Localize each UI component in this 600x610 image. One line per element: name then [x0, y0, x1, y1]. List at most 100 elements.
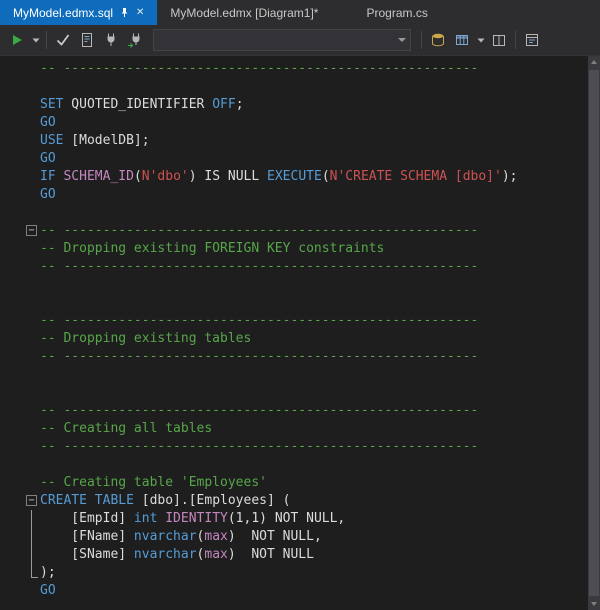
code-text: [EmpId] int IDENTITY(1,1) NOT NULL,: [40, 511, 346, 526]
change-connection-button[interactable]: [123, 28, 147, 52]
code-analysis-button[interactable]: [75, 28, 99, 52]
code-line[interactable]: SET QUOTED_IDENTIFIER OFF;: [0, 96, 588, 114]
fold-margin: [0, 78, 40, 96]
code-line[interactable]: [0, 78, 588, 96]
fold-margin: [0, 96, 40, 114]
code-line[interactable]: -- Dropping existing tables: [0, 330, 588, 348]
code-editor[interactable]: -- -------------------------------------…: [0, 56, 588, 610]
code-text: -- Dropping existing tables: [40, 331, 252, 346]
checkmark-icon: [56, 34, 70, 46]
code-line[interactable]: − CREATE TABLE [dbo].[Employees] (: [0, 492, 588, 510]
scroll-down-icon[interactable]: [588, 598, 600, 610]
code-line[interactable]: GO: [0, 582, 588, 600]
execute-icon: [13, 35, 22, 45]
fold-margin: [0, 546, 40, 564]
fold-margin: [0, 204, 40, 222]
execute-options-dropdown[interactable]: [29, 28, 42, 52]
fold-margin: [0, 168, 40, 186]
code-line[interactable]: IF SCHEMA_ID(N'dbo') IS NULL EXECUTE(N'C…: [0, 168, 588, 186]
code-line[interactable]: GO: [0, 186, 588, 204]
fold-margin: [0, 528, 40, 546]
plug-disconnect-icon: [107, 33, 115, 46]
code-line[interactable]: -- Creating all tables: [0, 420, 588, 438]
code-text: -- -------------------------------------…: [40, 61, 479, 76]
fold-collapse-icon[interactable]: −: [0, 492, 40, 510]
tab-label: MyModel.edmx [Diagram1]*: [170, 5, 319, 20]
estimated-plan-button[interactable]: [426, 28, 450, 52]
tab-label: Program.cs: [366, 5, 428, 20]
parse-button[interactable]: [51, 28, 75, 52]
toolbar-separator: [46, 31, 47, 49]
fold-margin: [0, 438, 40, 456]
code-text: GO: [40, 187, 56, 202]
code-text: -- -------------------------------------…: [40, 439, 479, 454]
combobox-dropdown-icon[interactable]: [394, 30, 410, 50]
document-tab-bar: MyModel.edmx.sql ✕ MyModel.edmx [Diagram…: [0, 0, 600, 25]
execute-button[interactable]: [5, 28, 29, 52]
disconnect-button[interactable]: [99, 28, 123, 52]
code-line[interactable]: -- -------------------------------------…: [0, 312, 588, 330]
code-line[interactable]: -- -------------------------------------…: [0, 402, 588, 420]
fold-margin: [0, 150, 40, 168]
plug-connect-icon: [128, 33, 140, 48]
code-line[interactable]: -- -------------------------------------…: [0, 258, 588, 276]
split-pane-icon: [493, 35, 505, 46]
split-pane-button[interactable]: [487, 28, 511, 52]
fold-margin: [0, 474, 40, 492]
caret-down-icon: [477, 38, 484, 43]
code-line[interactable]: GO: [0, 150, 588, 168]
code-line[interactable]: -- -------------------------------------…: [0, 60, 588, 78]
database-combobox[interactable]: [153, 29, 411, 51]
fold-margin: [0, 330, 40, 348]
results-options-dropdown[interactable]: [474, 28, 487, 52]
code-text: -- Creating all tables: [40, 421, 213, 436]
code-line[interactable]: [0, 384, 588, 402]
fold-margin: [0, 258, 40, 276]
results-to-grid-button[interactable]: [450, 28, 474, 52]
code-line[interactable]: [FName] nvarchar(max) NOT NULL,: [0, 528, 588, 546]
query-options-button[interactable]: [520, 28, 544, 52]
code-line[interactable]: [0, 456, 588, 474]
code-line[interactable]: -- -------------------------------------…: [0, 348, 588, 366]
tab-program-cs[interactable]: Program.cs: [353, 0, 440, 25]
code-text: -- -------------------------------------…: [40, 223, 479, 238]
code-line[interactable]: -- Dropping existing FOREIGN KEY constra…: [0, 240, 588, 258]
code-line[interactable]: [EmpId] int IDENTITY(1,1) NOT NULL,: [0, 510, 588, 528]
code-line[interactable]: GO: [0, 114, 588, 132]
fold-margin: [0, 420, 40, 438]
close-icon[interactable]: ✕: [136, 7, 144, 18]
code-text: CREATE TABLE [dbo].[Employees] (: [40, 493, 291, 508]
code-text: [SName] nvarchar(max) NOT NULL: [40, 547, 314, 562]
sql-editor-toolbar: [0, 25, 600, 56]
scrollbar-thumb[interactable]: [589, 70, 599, 596]
fold-margin: [0, 510, 40, 528]
toolbar-separator: [515, 31, 516, 49]
code-line[interactable]: -- -------------------------------------…: [0, 438, 588, 456]
code-text: SET QUOTED_IDENTIFIER OFF;: [40, 97, 244, 112]
vertical-scrollbar[interactable]: [588, 56, 600, 610]
code-line[interactable]: [0, 204, 588, 222]
toolbar-separator: [421, 31, 422, 49]
code-line[interactable]: [0, 366, 588, 384]
code-line[interactable]: [SName] nvarchar(max) NOT NULL: [0, 546, 588, 564]
tab-mymodel-edmx-sql[interactable]: MyModel.edmx.sql ✕: [0, 0, 158, 25]
code-text: -- Creating table 'Employees': [40, 475, 267, 490]
database-combobox-input[interactable]: [154, 30, 394, 50]
code-text: -- -------------------------------------…: [40, 349, 479, 364]
options-window-icon: [526, 34, 538, 46]
tab-mymodel-edmx-diagram[interactable]: MyModel.edmx [Diagram1]*: [157, 0, 331, 25]
fold-margin: [0, 294, 40, 312]
code-text: [FName] nvarchar(max) NOT NULL,: [40, 529, 322, 544]
scroll-up-icon[interactable]: [588, 56, 600, 68]
fold-margin: [0, 456, 40, 474]
fold-collapse-icon[interactable]: −: [0, 222, 40, 240]
code-line[interactable]: [0, 294, 588, 312]
code-line[interactable]: − -- ------------------------------------…: [0, 222, 588, 240]
code-area: -- -------------------------------------…: [0, 60, 588, 600]
code-line[interactable]: [0, 276, 588, 294]
pin-icon[interactable]: [119, 7, 130, 18]
code-line[interactable]: );: [0, 564, 588, 582]
code-line[interactable]: USE [ModelDB];: [0, 132, 588, 150]
code-line[interactable]: -- Creating table 'Employees': [0, 474, 588, 492]
code-text: );: [40, 565, 56, 580]
